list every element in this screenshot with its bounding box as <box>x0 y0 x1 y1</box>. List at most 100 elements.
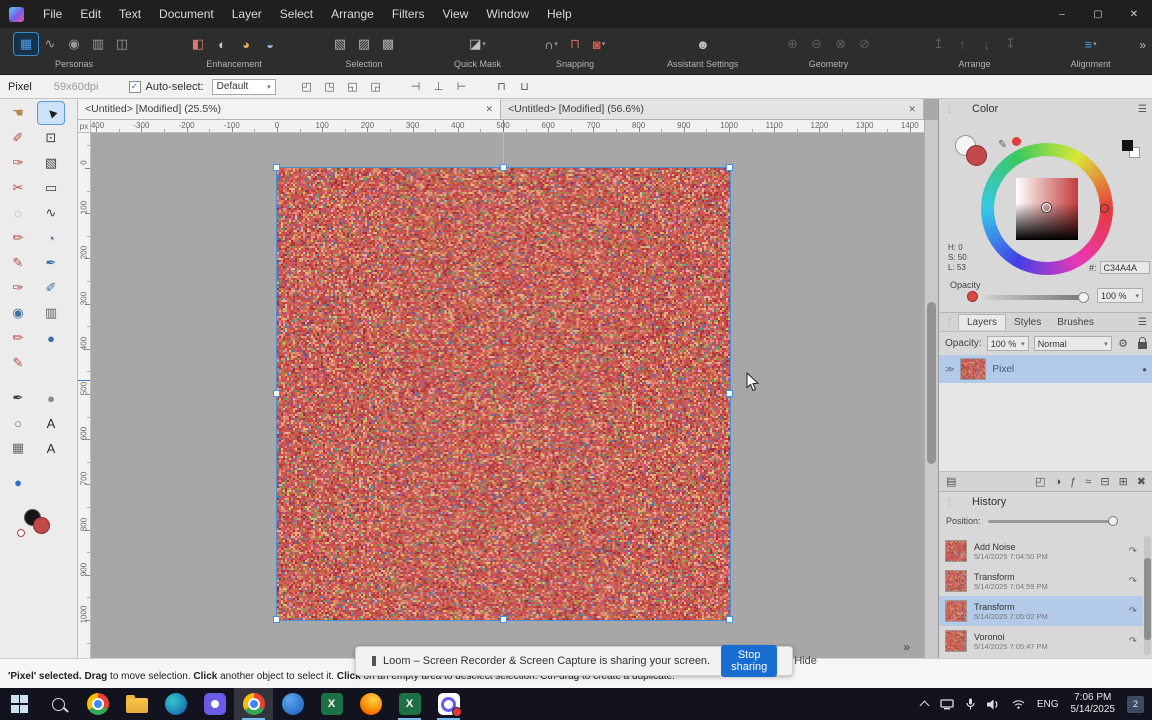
panel-grip-icon[interactable]: ⋮ <box>945 497 954 508</box>
panel-grip-icon[interactable]: ⋮ <box>945 104 954 115</box>
history-branch-icon[interactable]: ↷ <box>1129 576 1137 587</box>
tab-brushes[interactable]: Brushes <box>1049 315 1102 330</box>
flood-fill-tool[interactable]: ● <box>38 327 64 349</box>
distribute-icon[interactable]: ⊓ <box>493 79 511 95</box>
menu-layer[interactable]: Layer <box>223 0 271 28</box>
layer-opacity-dropdown[interactable]: 100 % ▾ <box>987 336 1029 351</box>
opacity-value-dropdown[interactable]: 100 % ▾ <box>1097 288 1143 303</box>
mesh-warp-tool[interactable]: ▦ <box>5 437 31 459</box>
pixel-tool[interactable]: ✎ <box>5 252 31 274</box>
vertical-align-icon[interactable]: ⊢ <box>453 79 471 95</box>
liquify-persona-icon[interactable]: ∿ <box>38 33 62 55</box>
language-indicator[interactable]: ENG <box>1037 699 1059 710</box>
auto-contrast-icon[interactable]: ◐ <box>210 33 234 55</box>
history-branch-icon[interactable]: ↷ <box>1129 546 1137 557</box>
menu-document[interactable]: Document <box>150 0 223 28</box>
noise-image[interactable] <box>277 168 730 620</box>
scrollbar-thumb[interactable] <box>927 302 936 464</box>
file-explorer-icon[interactable] <box>117 688 156 720</box>
color-picker-icon[interactable]: ✐ <box>995 138 1009 148</box>
layer-row-pixel[interactable]: ≫ Pixel ● <box>939 355 1152 383</box>
zoom-tool[interactable]: ● <box>5 471 31 493</box>
vertical-align-icon[interactable]: ⊣ <box>407 79 425 95</box>
menu-text[interactable]: Text <box>110 0 150 28</box>
close-button[interactable]: ✕ <box>1116 0 1152 28</box>
ellipse-marquee-tool[interactable]: ◌ <box>5 202 31 224</box>
selection-brush-tool[interactable]: ✑ <box>5 152 31 174</box>
volume-icon[interactable] <box>987 699 1000 710</box>
pen-node-tool[interactable]: ✒ <box>5 387 31 409</box>
auto-select-checkbox[interactable]: ✓ <box>129 81 141 93</box>
history-scrollbar[interactable] <box>1144 536 1151 655</box>
layer-thumbnail[interactable] <box>960 358 986 380</box>
start-button[interactable] <box>0 688 39 720</box>
history-branch-icon[interactable]: ↷ <box>1129 606 1137 617</box>
layer-visibility-toggle[interactable]: ● <box>1142 365 1147 374</box>
transform-anchor-icon[interactable]: ◱ <box>344 79 362 95</box>
blend-options-gear-icon[interactable]: ⚙ <box>1118 337 1128 350</box>
menu-edit[interactable]: Edit <box>71 0 110 28</box>
reset-colors-swatch[interactable] <box>17 529 25 537</box>
vertical-align-icon[interactable]: ⊥ <box>430 79 448 95</box>
history-position-handle[interactable] <box>1108 516 1118 526</box>
menu-help[interactable]: Help <box>538 0 581 28</box>
toolbar-overflow-button[interactable]: » <box>1139 38 1146 52</box>
selection-handle[interactable] <box>273 390 280 397</box>
mask-layer-icon[interactable]: ◰ <box>1035 475 1045 488</box>
force-pixel-alignment-icon[interactable]: ◙ ▾ <box>587 33 611 55</box>
history-entry-transform-1[interactable]: Transform 5/14/2025 7:04:59 PM ↷ <box>939 566 1143 596</box>
geometry-add-icon[interactable]: ⊕ <box>781 33 805 55</box>
restore-button[interactable]: ▢ <box>1080 0 1116 28</box>
quick-mask-icon[interactable]: ◪ ▾ <box>466 33 490 55</box>
document-image[interactable] <box>277 168 730 620</box>
snapping-icon[interactable]: ∩ ▾ <box>539 33 563 55</box>
tray-expand-icon[interactable] <box>919 701 929 711</box>
menu-window[interactable]: Window <box>477 0 538 28</box>
layer-expand-icon[interactable]: ≫ <box>945 364 954 375</box>
distribute-icon[interactable]: ⊔ <box>516 79 534 95</box>
menu-file[interactable]: File <box>34 0 71 28</box>
blemish-removal-tool[interactable]: ✂ <box>5 177 31 199</box>
clock[interactable]: 7:06 PM 5/14/2025 <box>1071 692 1116 717</box>
menu-select[interactable]: Select <box>271 0 322 28</box>
menu-view[interactable]: View <box>434 0 478 28</box>
crop-tool[interactable]: ⊡ <box>38 127 64 149</box>
history-entry-voronoi-3[interactable]: Voronoi 5/14/2025 7:05:47 PM ↷ <box>939 626 1143 656</box>
ellipse-tool[interactable]: ● <box>38 387 64 409</box>
menu-arrange[interactable]: Arrange <box>322 0 383 28</box>
layer-name[interactable]: Pixel <box>992 364 1014 375</box>
move-to-front-icon[interactable]: ↥ <box>927 33 951 55</box>
history-scrollbar-thumb[interactable] <box>1144 558 1151 640</box>
transform-anchor-icon[interactable]: ◰ <box>298 79 316 95</box>
tab-layers[interactable]: Layers <box>958 314 1006 330</box>
excel-window-icon[interactable]: X <box>390 688 429 720</box>
tab-styles[interactable]: Styles <box>1006 315 1049 330</box>
smart-selection-tool[interactable]: ▧ <box>38 152 64 174</box>
blend-mode-dropdown[interactable]: Normal ▾ <box>1034 336 1112 351</box>
vector-brush-tool[interactable]: ✐ <box>38 277 64 299</box>
chrome-icon[interactable] <box>78 688 117 720</box>
hue-marker[interactable] <box>1100 204 1109 213</box>
lasso-tool[interactable]: ∿ <box>38 202 64 224</box>
color-picker-tool[interactable]: ✐ <box>5 127 31 149</box>
geometry-subtract-icon[interactable]: ⊖ <box>805 33 829 55</box>
black-swatch[interactable] <box>1122 140 1133 151</box>
dodge-brush-tool[interactable]: ✎ <box>5 352 31 374</box>
sl-marker[interactable] <box>1042 203 1051 212</box>
assistant-icon[interactable]: ☻ <box>691 33 715 55</box>
edge-icon[interactable] <box>156 688 195 720</box>
history-entry-transform-2[interactable]: Transform 5/14/2025 7:05:02 PM ↷ <box>939 596 1143 626</box>
close-tab-icon[interactable]: ✕ <box>908 104 916 115</box>
layers-panel-menu-icon[interactable]: ☰ <box>1138 317 1147 328</box>
view-tool[interactable]: ☚ <box>5 102 31 124</box>
marquee-tool[interactable]: ▭ <box>38 177 64 199</box>
display-icon[interactable] <box>940 699 954 710</box>
geometry-divide-icon[interactable]: ⊘ <box>853 33 877 55</box>
transform-anchor-icon[interactable]: ◲ <box>367 79 385 95</box>
hex-value-field[interactable]: C34A4A <box>1100 261 1150 274</box>
scroll-right-chevron[interactable]: » <box>903 640 910 654</box>
live-filter-icon[interactable]: ≈ <box>1085 475 1091 488</box>
panel-grip-icon[interactable]: ⋮ <box>945 317 954 328</box>
frame-text-tool[interactable]: A <box>38 437 64 459</box>
select-all-icon[interactable]: ▧ <box>328 33 352 55</box>
